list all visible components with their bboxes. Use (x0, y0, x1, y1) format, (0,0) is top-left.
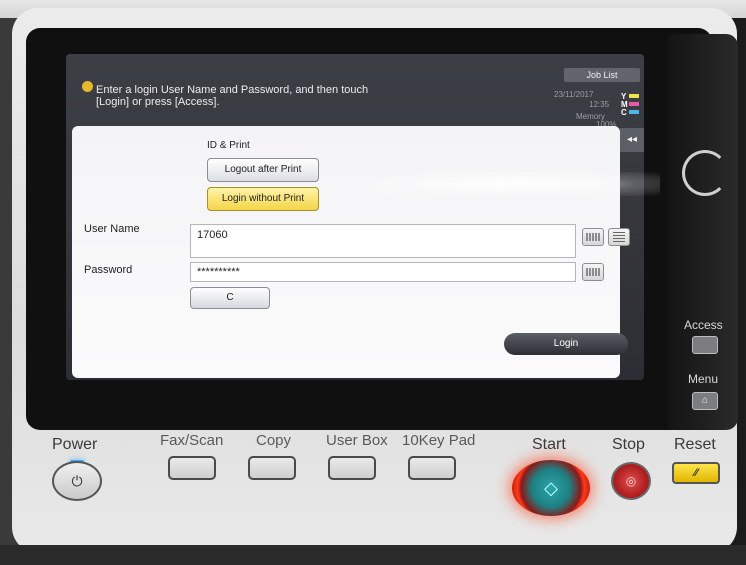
power-label: Power (52, 436, 98, 453)
menu-label: Menu (688, 372, 719, 386)
background-bottom (0, 545, 746, 565)
user-box-button[interactable] (328, 456, 376, 480)
login-button[interactable]: Login (504, 333, 628, 355)
login-without-print-button[interactable]: Login without Print (207, 187, 319, 211)
stop-label: Stop (612, 436, 645, 453)
copy-button[interactable] (248, 456, 296, 480)
clear-button[interactable]: C (190, 287, 270, 309)
login-instruction: Enter a login User Name and Password, an… (96, 84, 369, 108)
list-icon (613, 232, 625, 242)
fax-scan-button[interactable] (168, 456, 216, 480)
stop-button[interactable]: ◎ (611, 462, 651, 500)
toner-bar-magenta (629, 102, 639, 106)
copy-label: Copy (256, 432, 292, 449)
toner-bar-cyan (629, 110, 639, 114)
reset-button[interactable]: ⁄⁄ (672, 462, 720, 484)
keyboard-icon (586, 268, 600, 276)
password-field[interactable]: ********** (190, 262, 576, 282)
menu-button[interactable]: ⌂ (692, 392, 718, 410)
logout-after-print-button[interactable]: Logout after Print (207, 158, 319, 182)
password-keyboard-button[interactable] (582, 263, 604, 281)
tenkey-label: 10Key Pad (402, 432, 476, 449)
reset-label: Reset (674, 436, 716, 453)
user-name-field[interactable]: 17060 (190, 224, 576, 258)
stop-icon: ◎ (625, 474, 637, 488)
power-button[interactable]: ⏻ (52, 461, 102, 501)
lcd-screen: Enter a login User Name and Password, an… (66, 54, 644, 380)
power-icon: ⏻ (71, 472, 83, 489)
fax-scan-label: Fax/Scan (160, 432, 224, 449)
access-label: Access (684, 318, 723, 332)
nfc-icon (682, 150, 728, 196)
keyboard-icon (586, 233, 600, 241)
collapse-panel-button[interactable]: ◂◂ (620, 128, 644, 152)
start-icon: ◇ (544, 477, 558, 498)
toner-indicator: Y M C (621, 92, 643, 117)
date-display: 23/11/2017 (554, 90, 594, 99)
start-label: Start (532, 436, 566, 453)
user-box-label: User Box (326, 432, 388, 449)
user-name-label: User Name (84, 223, 140, 235)
toner-letter: C (621, 107, 627, 117)
user-name-keyboard-button[interactable] (582, 228, 604, 246)
time-display: 12:35 (589, 100, 610, 109)
reset-icon: ⁄⁄ (694, 467, 698, 479)
password-label: Password (84, 264, 133, 276)
access-button[interactable] (692, 336, 718, 354)
tenkey-button[interactable] (408, 456, 456, 480)
side-key-panel (668, 34, 738, 430)
user-list-button[interactable] (608, 228, 630, 246)
info-icon (82, 81, 93, 92)
job-list-button[interactable]: Job List (564, 68, 640, 82)
section-label: ID & Print (207, 140, 250, 151)
toner-bar-yellow (629, 94, 639, 98)
start-button[interactable]: ◇ (512, 460, 590, 516)
